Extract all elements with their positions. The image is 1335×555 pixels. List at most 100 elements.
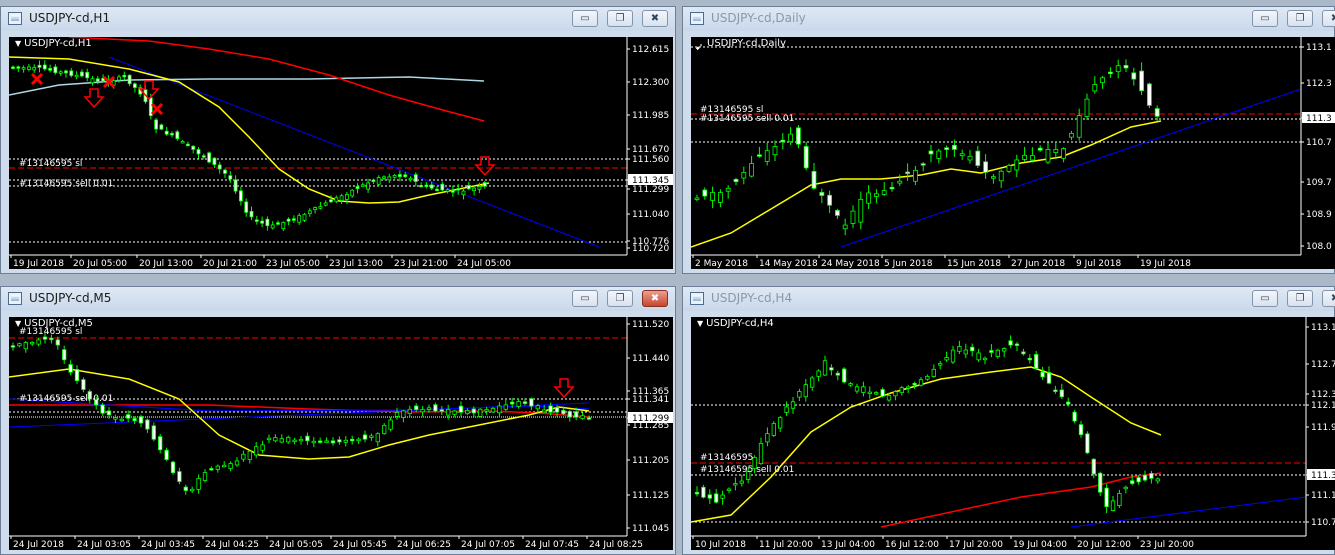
- candle-bull: [950, 349, 956, 363]
- chart-window-daily[interactable]: USDJPY-cd,Daily ▭ ❐ ✖ ➹ #13146595 sl #1314…: [682, 6, 1335, 274]
- price-axis-label: 111.9: [1311, 423, 1335, 433]
- candle-bear: [1053, 389, 1058, 392]
- price-axis-label: 111.341: [632, 395, 669, 405]
- title-bar[interactable]: USDJPY-cd,H1 ▭ ❐ ✖: [1, 7, 675, 31]
- restore-button[interactable]: ❐: [1287, 10, 1313, 27]
- close-button[interactable]: ✖: [642, 10, 668, 27]
- chart-window-icon: [8, 12, 22, 25]
- candle-bull: [1084, 98, 1090, 117]
- order-entry-label: #13146595 sell 0.01: [700, 114, 794, 124]
- candle-bear: [151, 425, 156, 440]
- candle-bull: [959, 153, 965, 157]
- restore-button[interactable]: ❐: [607, 290, 633, 307]
- ma-fast-line: [9, 368, 590, 460]
- restore-button[interactable]: ❐: [607, 10, 633, 27]
- candle-bull: [90, 78, 95, 84]
- candle-bull: [764, 150, 770, 162]
- chart-canvas[interactable]: #13146595 sl #13146595 sell 0.01 111.520 11…: [9, 317, 673, 550]
- price-axis-label: 110.7: [1306, 138, 1332, 148]
- minimize-button[interactable]: ▭: [1252, 10, 1278, 27]
- candle-bear: [154, 119, 159, 130]
- time-axis-label: 9 Jul 2018: [1076, 259, 1121, 269]
- candle-bear: [337, 439, 342, 443]
- chart-canvas[interactable]: #13146595 #13146595 sell 0.01 113.1 112.7 11…: [691, 317, 1335, 550]
- chart-window-icon: [690, 292, 704, 305]
- minimize-button[interactable]: ▭: [572, 10, 598, 27]
- minimize-button[interactable]: ▭: [1252, 290, 1278, 307]
- candle-bull: [1006, 165, 1012, 172]
- candle-bull: [771, 423, 776, 436]
- candle-bull: [1110, 500, 1116, 511]
- candle-bear: [567, 411, 572, 418]
- candle-bull: [1061, 148, 1067, 159]
- price-axis-label: 111.1: [1311, 491, 1335, 501]
- candle-bull: [234, 460, 240, 466]
- candle-bull: [899, 387, 904, 394]
- candle-bull: [867, 391, 872, 395]
- order-entry-label: #13146595 sell 0.01: [700, 465, 794, 475]
- candle-bear: [424, 184, 429, 187]
- candle-bear: [11, 66, 15, 69]
- candle-bull: [535, 405, 540, 410]
- candle-bull: [318, 206, 323, 209]
- chart-window-m5[interactable]: USDJPY-cd,M5 ▭ ❐ ✖ #13146595 sl #13146595…: [0, 286, 676, 555]
- close-button[interactable]: ✖: [1322, 10, 1335, 27]
- title-bar[interactable]: USDJPY-cd,H4 ▭ ❐ ✖: [683, 287, 1335, 311]
- close-button[interactable]: ✖: [1322, 290, 1335, 307]
- close-button[interactable]: ✖: [642, 290, 668, 307]
- candle-bear: [951, 144, 957, 150]
- candle-bear: [329, 199, 333, 203]
- candle-bull: [1022, 154, 1028, 160]
- title-bar[interactable]: USDJPY-cd,Daily ▭ ❐ ✖: [683, 7, 1335, 31]
- price-axis-label: 112.1: [1311, 401, 1335, 411]
- chart-window-h1[interactable]: USDJPY-cd,H1 ▭ ❐ ✖ #13146595 sl #13146595…: [0, 6, 676, 274]
- candle-bear: [450, 189, 455, 193]
- restore-button[interactable]: ❐: [1287, 290, 1313, 307]
- candle-bear: [183, 486, 188, 491]
- candle-bear: [928, 150, 934, 155]
- candle-bear: [403, 174, 408, 178]
- candle-bear: [796, 127, 801, 145]
- title-bar[interactable]: USDJPY-cd,M5 ▭ ❐ ✖: [1, 287, 675, 311]
- candle-bull: [247, 450, 252, 460]
- candle-bull: [788, 133, 793, 143]
- candle-bear: [191, 145, 196, 150]
- window-title: USDJPY-cd,H1: [29, 11, 111, 25]
- candle-bull: [906, 386, 911, 389]
- chart-canvas[interactable]: #13146595 sl #13146595 sell 0.01 112.615 11…: [9, 37, 673, 269]
- candle-bull: [982, 357, 988, 361]
- candle-bear: [68, 364, 73, 373]
- time-axis-label: 20 Jul 05:00: [73, 259, 127, 269]
- time-axis-label: 24 Jul 03:45: [141, 540, 195, 550]
- candle-bull: [918, 379, 924, 386]
- candle-bear: [780, 139, 786, 143]
- candle-bull: [1076, 115, 1082, 138]
- candle-bear: [69, 70, 74, 76]
- candle-bull: [484, 409, 489, 412]
- candle-bear: [1104, 487, 1109, 508]
- time-axis-label: 10 Jul 2018: [695, 540, 746, 550]
- window-title: USDJPY-cd,Daily: [711, 11, 806, 25]
- candle-bear: [975, 150, 981, 166]
- chart-symbol-label: ▼ USDJPY-cd,H1: [15, 38, 92, 49]
- candle-bull: [749, 163, 754, 177]
- time-axis-label: 15 Jun 2018: [947, 259, 1001, 269]
- candle-bull: [816, 370, 821, 377]
- candle-bear: [707, 494, 712, 499]
- candle-bear: [970, 346, 975, 352]
- candle-bull: [401, 410, 406, 418]
- candle-bear: [249, 211, 254, 218]
- chart-canvas[interactable]: ➹ #13146595 sl #13146595 sell 0.01 113.1 112…: [691, 37, 1335, 269]
- candle-bull: [810, 377, 815, 388]
- candle-bear: [53, 66, 58, 74]
- time-axis-label: 24 Jul 04:25: [205, 540, 259, 550]
- candle-bear: [1034, 354, 1039, 369]
- candle-bull: [382, 424, 387, 435]
- price-axis-label: 111.440: [632, 354, 669, 364]
- time-axis-label: 24 Jul 08:25: [589, 540, 643, 550]
- candle-bear: [55, 339, 60, 346]
- candle-bull: [938, 363, 943, 366]
- candle-bull: [976, 352, 981, 361]
- minimize-button[interactable]: ▭: [572, 290, 598, 307]
- chart-window-h4[interactable]: USDJPY-cd,H4 ▭ ❐ ✖ #13146595 #13146595 se…: [682, 286, 1335, 555]
